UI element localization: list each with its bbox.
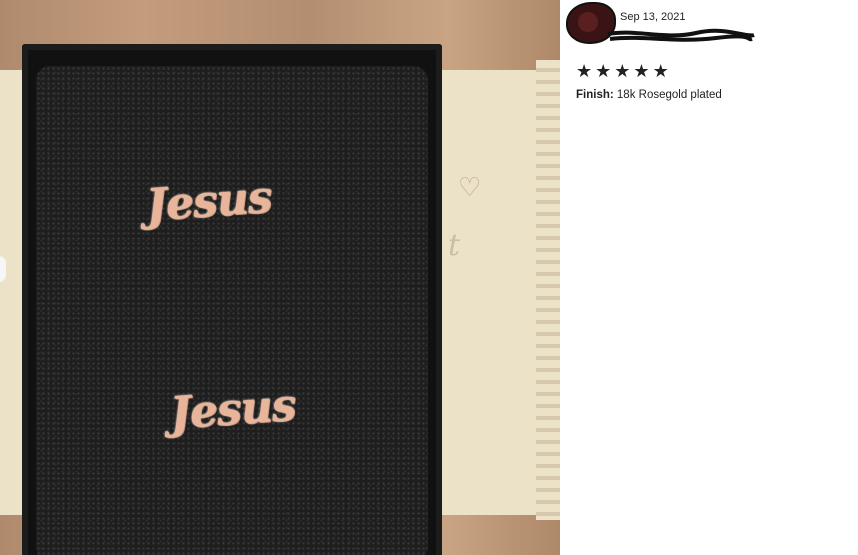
star-icon: ★ <box>633 61 650 81</box>
box-foam <box>36 66 428 555</box>
star-icon: ★ <box>652 61 669 81</box>
earring-top: Jesus <box>144 171 273 232</box>
finish-detail: Finish: 18k Rosegold plated <box>576 89 722 101</box>
finish-value: 18k Rosegold plated <box>616 89 722 101</box>
review-photo[interactable]: ♡ t Jesus Jesus <box>0 0 560 555</box>
star-rating: ★ ★ ★ ★ ★ <box>576 62 669 80</box>
star-icon: ★ <box>614 61 631 81</box>
star-icon: ★ <box>576 61 593 81</box>
earring-bottom: Jesus <box>168 379 297 440</box>
heart-icon: ♡ <box>458 172 482 202</box>
cloth-edge <box>536 60 560 520</box>
previous-image-handle[interactable] <box>0 256 6 282</box>
review-date: Sep 13, 2021 <box>620 11 686 23</box>
review-panel: Sep 13, 2021 ★ ★ ★ ★ ★ Finish: 18k Roseg… <box>568 0 846 555</box>
finish-label: Finish: <box>576 89 614 101</box>
redacted-username <box>606 26 755 44</box>
cloth-print: t <box>448 228 461 263</box>
star-icon: ★ <box>595 61 612 81</box>
